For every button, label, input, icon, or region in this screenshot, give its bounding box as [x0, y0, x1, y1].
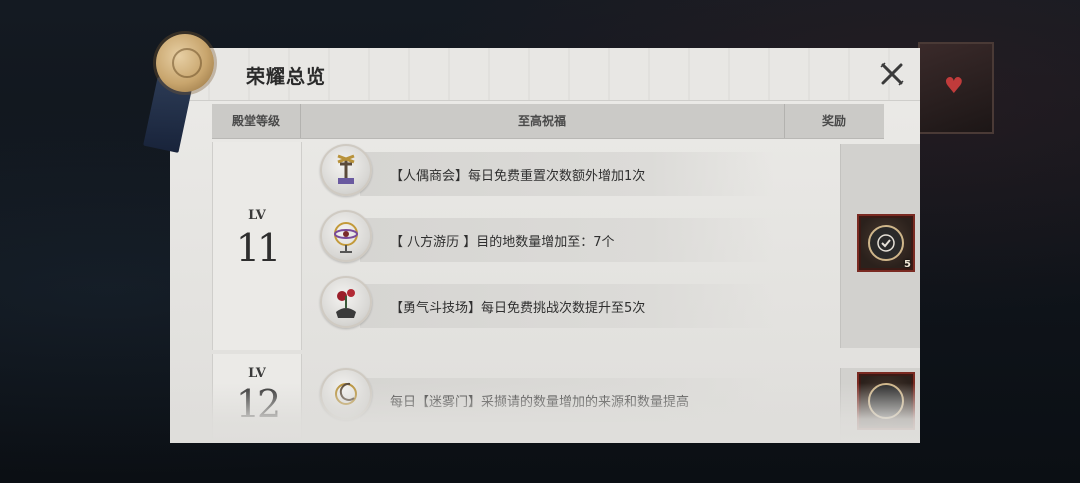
reward-item[interactable]: 5	[857, 214, 915, 272]
check-icon	[877, 234, 895, 252]
close-icon	[880, 62, 904, 86]
reward-item[interactable]	[857, 372, 915, 430]
blessing-text: 【 八方游历 】目的地数量增加至：7个	[390, 235, 615, 250]
armillary-sphere-icon	[320, 210, 372, 262]
blessing-item: 【 八方游历 】目的地数量增加至：7个	[360, 218, 774, 262]
level-number: 12	[235, 382, 281, 426]
blessing-text: 【勇气斗技场】每日免费挑战次数提升至5次	[390, 301, 646, 316]
heart-suit-icon: ♥	[944, 74, 964, 99]
level-prefix: LV	[248, 208, 266, 223]
header-reward: 奖励	[821, 114, 846, 128]
background-card: ♥	[918, 42, 994, 134]
reward-cell	[840, 368, 920, 443]
table-header: 殿堂等级 至高祝福 奖励	[212, 104, 884, 139]
rose-skull-icon	[320, 276, 372, 328]
panel-title: 荣耀总览	[246, 66, 327, 88]
level-cell: LV 12	[212, 354, 302, 443]
puppet-guild-icon	[320, 144, 372, 196]
panel-header: 荣耀总览	[170, 48, 920, 101]
blessing-item: 【人偶商会】每日免费重置次数额外增加1次	[360, 152, 774, 196]
blessing-text: 【人偶商会】每日免费重置次数额外增加1次	[390, 169, 646, 184]
badge-icon	[868, 225, 904, 261]
honor-overview-panel: 荣耀总览 殿堂等级 至高祝福 奖励 LV 11 【人偶商会】每日免费重置次数额外…	[170, 48, 920, 443]
header-level: 殿堂等级	[231, 114, 280, 128]
close-button[interactable]	[874, 56, 910, 92]
reward-count: 5	[904, 259, 911, 270]
level-prefix: LV	[248, 366, 266, 381]
level-row-11: LV 11 【人偶商会】每日免费重置次数额外增加1次 【 八方游历 】目的地数量…	[212, 142, 920, 350]
badge-icon	[868, 383, 904, 419]
header-blessing: 至高祝福	[517, 114, 566, 128]
level-row-12: LV 12 每日【迷雾门】采撷请的数量增加的来源和数量提高	[212, 354, 920, 443]
wax-seal-emblem	[156, 34, 214, 92]
blessing-text: 每日【迷雾门】采撷请的数量增加的来源和数量提高	[390, 395, 690, 410]
reward-cell: 5	[840, 144, 920, 348]
level-number: 11	[235, 226, 281, 270]
moon-orb-icon	[320, 368, 372, 420]
blessing-item: 每日【迷雾门】采撷请的数量增加的来源和数量提高	[360, 378, 774, 422]
blessing-item: 【勇气斗技场】每日免费挑战次数提升至5次	[360, 284, 774, 328]
level-cell: LV 11	[212, 142, 302, 350]
